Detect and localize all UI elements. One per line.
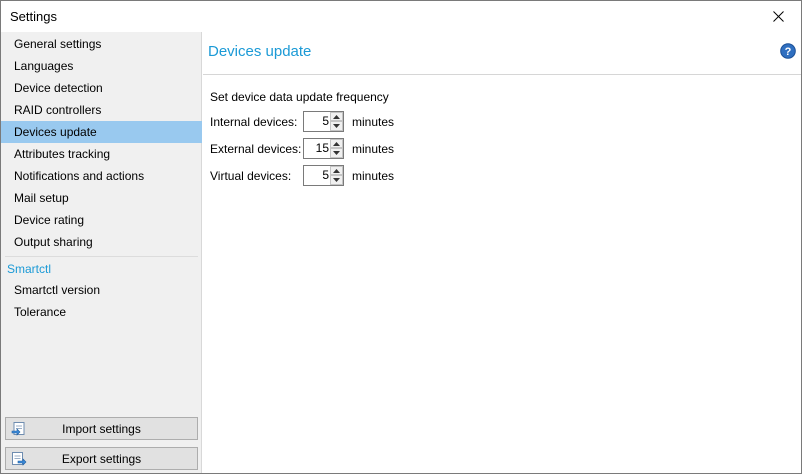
virtual-devices-stepper[interactable]: 5: [303, 165, 344, 186]
decrement-button[interactable]: [330, 175, 343, 185]
sidebar-item-languages[interactable]: Languages: [1, 55, 202, 77]
increment-button[interactable]: [330, 139, 343, 148]
internal-devices-unit: minutes: [352, 115, 395, 129]
external-devices-stepper[interactable]: 15: [303, 138, 344, 159]
sidebar-item-notifications-and-actions[interactable]: Notifications and actions: [1, 165, 202, 187]
page-title: Devices update: [208, 43, 312, 60]
internal-devices-value[interactable]: 5: [304, 112, 330, 131]
help-icon[interactable]: ?: [780, 43, 796, 59]
content-panel: Devices update ? Set device data update …: [203, 32, 801, 473]
export-settings-button[interactable]: Export settings: [5, 447, 198, 470]
header-divider: [203, 74, 801, 75]
sidebar-item-devices-update[interactable]: Devices update: [1, 121, 202, 143]
decrement-button[interactable]: [330, 121, 343, 131]
export-settings-label: Export settings: [61, 451, 142, 466]
window-title: Settings: [10, 9, 57, 24]
settings-window: Settings General settings Languages Devi…: [0, 0, 802, 474]
section-label: Set device data update frequency: [210, 90, 389, 104]
sidebar-item-tolerance[interactable]: Tolerance: [1, 301, 202, 323]
internal-devices-label: Internal devices:: [210, 115, 298, 129]
close-icon: [772, 11, 784, 22]
import-settings-button[interactable]: Import settings: [5, 417, 198, 440]
sidebar-item-smartctl-version[interactable]: Smartctl version: [1, 279, 202, 301]
external-devices-label: External devices:: [210, 142, 302, 156]
sidebar-item-output-sharing[interactable]: Output sharing: [1, 231, 202, 253]
sidebar-item-raid-controllers[interactable]: RAID controllers: [1, 99, 202, 121]
svg-text:?: ?: [785, 46, 792, 58]
decrement-button[interactable]: [330, 148, 343, 158]
increment-button[interactable]: [330, 166, 343, 175]
sidebar-item-attributes-tracking[interactable]: Attributes tracking: [1, 143, 202, 165]
virtual-devices-value[interactable]: 5: [304, 166, 330, 185]
arrow-up-icon: [333, 168, 340, 173]
stepper-arrows: [330, 139, 343, 158]
sidebar: General settings Languages Device detect…: [1, 32, 202, 473]
sidebar-group-header-smartctl: Smartctl: [7, 262, 52, 276]
arrow-down-icon: [333, 151, 340, 155]
external-devices-unit: minutes: [352, 142, 395, 156]
virtual-devices-unit: minutes: [352, 169, 395, 183]
title-bar: Settings: [1, 1, 801, 32]
stepper-arrows: [330, 166, 343, 185]
internal-devices-stepper[interactable]: 5: [303, 111, 344, 132]
export-icon: [12, 452, 27, 466]
stepper-arrows: [330, 112, 343, 131]
sidebar-item-mail-setup[interactable]: Mail setup: [1, 187, 202, 209]
arrow-down-icon: [333, 124, 340, 128]
import-icon: [11, 422, 25, 436]
sidebar-item-device-detection[interactable]: Device detection: [1, 77, 202, 99]
sidebar-divider: [5, 256, 198, 257]
arrow-up-icon: [333, 141, 340, 146]
external-devices-value[interactable]: 15: [304, 139, 330, 158]
close-button[interactable]: [755, 1, 801, 32]
sidebar-item-device-rating[interactable]: Device rating: [1, 209, 202, 231]
arrow-up-icon: [333, 114, 340, 119]
virtual-devices-label: Virtual devices:: [210, 169, 292, 183]
increment-button[interactable]: [330, 112, 343, 121]
arrow-down-icon: [333, 178, 340, 182]
sidebar-item-general-settings[interactable]: General settings: [1, 33, 202, 55]
import-settings-label: Import settings: [62, 421, 141, 436]
